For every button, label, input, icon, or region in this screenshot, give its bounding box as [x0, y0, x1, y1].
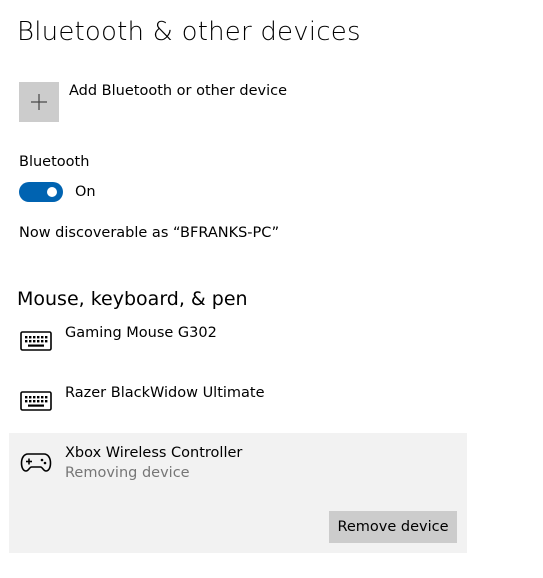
plus-icon [31, 94, 47, 110]
section-title: Mouse, keyboard, & pen [17, 288, 248, 310]
device-gaming-mouse[interactable]: Gaming Mouse G302 [9, 318, 467, 364]
device-razer-keyboard[interactable]: Razer BlackWidow Ultimate [9, 378, 467, 424]
add-device-label: Add Bluetooth or other device [69, 83, 287, 99]
device-status: Removing device [65, 465, 190, 481]
add-device-tile[interactable] [19, 82, 59, 122]
discoverable-status: Now discoverable as “BFRANKS-PC” [19, 225, 280, 241]
keyboard-icon [20, 331, 52, 351]
page-title: Bluetooth & other devices [17, 17, 361, 47]
keyboard-icon [20, 391, 52, 411]
add-device-button[interactable]: Add Bluetooth or other device [19, 82, 287, 122]
gamepad-icon [20, 453, 52, 472]
remove-device-button[interactable]: Remove device [329, 511, 457, 543]
bluetooth-toggle-row: On [19, 182, 96, 202]
bluetooth-label: Bluetooth [19, 154, 90, 170]
device-xbox-controller[interactable]: Xbox Wireless Controller Removing device… [9, 433, 467, 553]
bluetooth-toggle[interactable] [19, 182, 63, 202]
device-name: Razer BlackWidow Ultimate [65, 385, 265, 401]
bluetooth-toggle-state: On [75, 184, 96, 200]
toggle-knob [47, 187, 57, 197]
device-name: Xbox Wireless Controller [65, 445, 243, 461]
device-name: Gaming Mouse G302 [65, 325, 217, 341]
